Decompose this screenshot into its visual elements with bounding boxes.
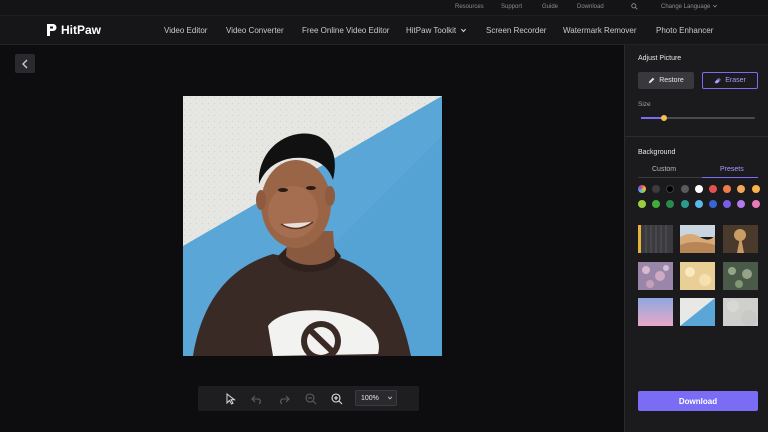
size-label: Size	[638, 101, 651, 108]
settings-panel: Adjust Picture Restore Eraser Size Backg…	[624, 45, 768, 432]
preset-thumb-pastel-gradient[interactable]	[638, 298, 673, 326]
change-language-link[interactable]: Change Language	[661, 4, 710, 10]
size-slider[interactable]	[641, 115, 755, 121]
color-swatch[interactable]	[709, 185, 717, 193]
eraser-label: Eraser	[725, 77, 746, 84]
color-swatch[interactable]	[680, 185, 689, 193]
undo-icon[interactable]	[249, 391, 264, 406]
preset-thumb-bokeh-pink[interactable]	[638, 262, 673, 290]
color-swatch[interactable]	[737, 185, 746, 193]
edited-photo	[183, 96, 442, 356]
eraser-icon	[714, 77, 722, 84]
brand-logo[interactable]: HitPaw	[46, 23, 101, 37]
hitpaw-logo-icon	[47, 24, 57, 36]
zoom-level-select[interactable]: 100%	[355, 390, 397, 406]
tab-presets[interactable]: Presets	[720, 166, 744, 173]
zoom-out-icon[interactable]	[303, 391, 318, 406]
nav-item-screen-recorder[interactable]: Screen Recorder	[486, 26, 546, 35]
color-swatch[interactable]	[666, 200, 675, 208]
search-icon[interactable]	[631, 3, 638, 12]
background-title: Background	[638, 149, 676, 156]
color-swatch[interactable]	[694, 200, 703, 208]
back-button[interactable]	[15, 54, 35, 73]
restore-label: Restore	[659, 77, 684, 84]
tab-custom-underline	[638, 177, 702, 178]
color-swatch[interactable]	[694, 185, 703, 193]
color-swatch[interactable]	[680, 200, 689, 208]
preset-thumb-desert[interactable]	[680, 225, 715, 253]
utility-link-guide[interactable]: Guide	[542, 4, 558, 10]
size-slider-thumb[interactable]	[660, 115, 667, 121]
tab-presets-underline	[702, 177, 758, 178]
zoom-in-icon[interactable]	[329, 391, 344, 406]
preset-thumb-bokeh-gold[interactable]	[680, 262, 715, 290]
toolkit-chevron-down-icon[interactable]	[460, 27, 467, 36]
color-swatch[interactable]	[737, 200, 746, 208]
divider	[625, 136, 768, 137]
redo-icon[interactable]	[276, 391, 291, 406]
color-swatch[interactable]	[709, 200, 717, 208]
brush-icon	[648, 77, 655, 84]
preset-thumb-blue-white-wall[interactable]	[680, 298, 715, 326]
preset-thumb-road-sunset[interactable]	[723, 225, 758, 253]
eraser-button[interactable]: Eraser	[702, 72, 758, 89]
color-swatch[interactable]	[638, 200, 646, 208]
color-swatch[interactable]	[723, 200, 732, 208]
nav-item-watermark-remover[interactable]: Watermark Remover	[563, 26, 637, 35]
color-swatch[interactable]	[723, 185, 732, 193]
nav-item-video-editor[interactable]: Video Editor	[164, 26, 207, 35]
brand-name: HitPaw	[61, 23, 102, 37]
chevron-down-icon[interactable]	[712, 3, 718, 11]
select-cursor-icon[interactable]	[223, 391, 238, 406]
tab-custom[interactable]: Custom	[652, 166, 676, 173]
utility-link-resources[interactable]: Resources	[455, 4, 484, 10]
chevron-down-icon	[387, 396, 393, 400]
nav-item-video-converter[interactable]: Video Converter	[226, 26, 284, 35]
color-swatch[interactable]	[652, 185, 661, 193]
nav-item-free-online-video-editor[interactable]: Free Online Video Editor	[302, 26, 389, 35]
chevron-left-icon	[22, 59, 28, 68]
color-picker-swatch[interactable]	[638, 185, 646, 193]
nav-item-hitpaw-toolkit[interactable]: HitPaw Toolkit	[406, 26, 456, 35]
download-button[interactable]: Download	[638, 391, 758, 411]
color-swatch[interactable]	[751, 200, 760, 208]
preset-thumb-dark-stripes[interactable]	[638, 225, 673, 253]
canvas-toolbar: 100%	[198, 386, 419, 411]
utility-link-download[interactable]: Download	[577, 4, 604, 10]
nav-item-photo-enhancer[interactable]: Photo Enhancer	[656, 26, 713, 35]
color-swatch[interactable]	[652, 200, 661, 208]
main-nav: HitPaw Video Editor Video Converter Free…	[0, 16, 768, 45]
utility-link-support[interactable]: Support	[501, 4, 522, 10]
adjust-picture-title: Adjust Picture	[638, 55, 682, 62]
restore-button[interactable]: Restore	[638, 72, 694, 89]
color-swatch[interactable]	[666, 185, 675, 193]
preset-thumb-grey-texture[interactable]	[723, 298, 758, 326]
zoom-level-value: 100%	[361, 394, 379, 402]
preset-thumb-bokeh-green[interactable]	[723, 262, 758, 290]
color-swatch[interactable]	[751, 185, 760, 193]
utility-bar: Resources Support Guide Download Change …	[0, 0, 768, 16]
